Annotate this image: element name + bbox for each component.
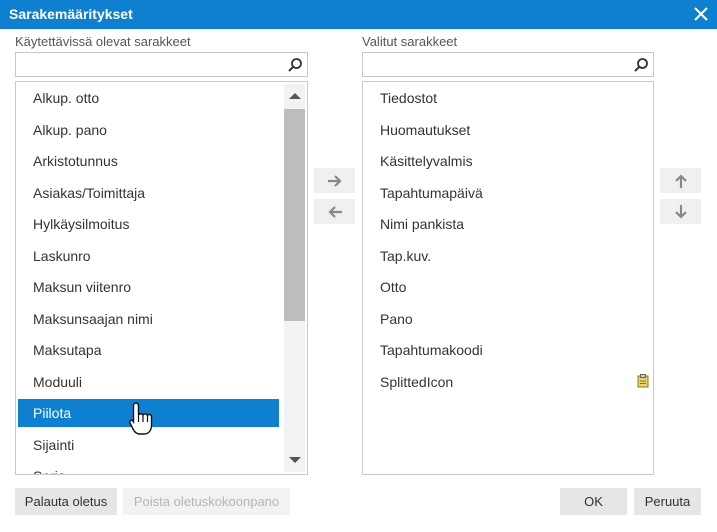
list-item[interactable]: Laskunro bbox=[18, 242, 279, 270]
arrow-left-icon bbox=[328, 206, 342, 218]
restore-default-button[interactable]: Palauta oletus bbox=[15, 488, 117, 515]
list-item[interactable]: Huomautukset bbox=[365, 116, 651, 144]
arrow-down-icon bbox=[675, 205, 687, 219]
available-columns-label: Käytettävissä olevat sarakkeet bbox=[15, 34, 191, 49]
available-search-input[interactable] bbox=[16, 53, 279, 76]
scrollbar-thumb[interactable] bbox=[284, 109, 305, 321]
list-item[interactable]: Alkup. otto bbox=[18, 84, 279, 112]
list-item[interactable]: Arkistotunnus bbox=[18, 147, 279, 175]
list-item[interactable]: Käsittelyvalmis bbox=[365, 147, 651, 175]
list-item[interactable]: Tapahtumakoodi bbox=[365, 336, 651, 364]
ok-button[interactable]: OK bbox=[560, 488, 627, 515]
selected-search-input[interactable] bbox=[363, 53, 625, 76]
selected-columns-label: Valitut sarakkeet bbox=[362, 34, 458, 49]
search-icon[interactable] bbox=[633, 57, 649, 73]
scroll-down-icon[interactable] bbox=[289, 457, 301, 463]
move-up-button[interactable] bbox=[660, 168, 701, 193]
list-item[interactable]: Maksun viitenro bbox=[18, 273, 279, 301]
move-right-button[interactable] bbox=[314, 168, 355, 193]
list-item[interactable]: Otto bbox=[365, 273, 651, 301]
list-item[interactable]: Alkup. pano bbox=[18, 116, 279, 144]
available-columns-list[interactable]: SorjaSijaintiPiilotaModuuliMaksutapaMaks… bbox=[15, 81, 308, 475]
list-item[interactable]: Hylkäysilmoitus bbox=[18, 210, 279, 238]
move-left-button[interactable] bbox=[314, 199, 355, 224]
list-item[interactable]: Pano bbox=[365, 305, 651, 333]
list-item[interactable]: Moduuli bbox=[18, 368, 279, 396]
clipboard-icon bbox=[637, 374, 649, 388]
list-item[interactable]: SplittedIcon bbox=[365, 368, 651, 396]
arrow-up-icon bbox=[675, 174, 687, 188]
available-search-box bbox=[15, 52, 308, 77]
scroll-up-icon[interactable] bbox=[289, 93, 301, 99]
list-item[interactable]: Sorja bbox=[18, 462, 279, 474]
list-item[interactable]: Tiedostot bbox=[365, 84, 651, 112]
cancel-button[interactable]: Peruuta bbox=[634, 488, 701, 515]
list-item[interactable]: Tap.kuv. bbox=[365, 242, 651, 270]
list-item[interactable]: Maksutapa bbox=[18, 336, 279, 364]
list-item[interactable]: Tapahtumapäivä bbox=[365, 179, 651, 207]
list-item[interactable]: Maksunsaajan nimi bbox=[18, 305, 279, 333]
list-item[interactable]: Asiakas/Toimittaja bbox=[18, 179, 279, 207]
selected-search-box bbox=[362, 52, 654, 77]
hand-pointer-icon bbox=[129, 402, 153, 435]
selected-columns-list[interactable]: SplittedIcon Tapahtumakoodi Pano Otto Tap.ku… bbox=[362, 81, 654, 475]
scrollbar[interactable] bbox=[284, 84, 305, 472]
dialog-titlebar: Sarakemääritykset bbox=[0, 0, 717, 29]
list-item[interactable]: Nimi pankista bbox=[365, 210, 651, 238]
remove-default-button[interactable]: Poista oletuskokoonpano bbox=[123, 488, 290, 515]
search-icon[interactable] bbox=[287, 57, 303, 73]
dialog-title: Sarakemääritykset bbox=[9, 6, 133, 22]
arrow-right-icon bbox=[328, 175, 342, 187]
close-icon[interactable] bbox=[693, 6, 709, 22]
move-down-button[interactable] bbox=[660, 199, 701, 224]
